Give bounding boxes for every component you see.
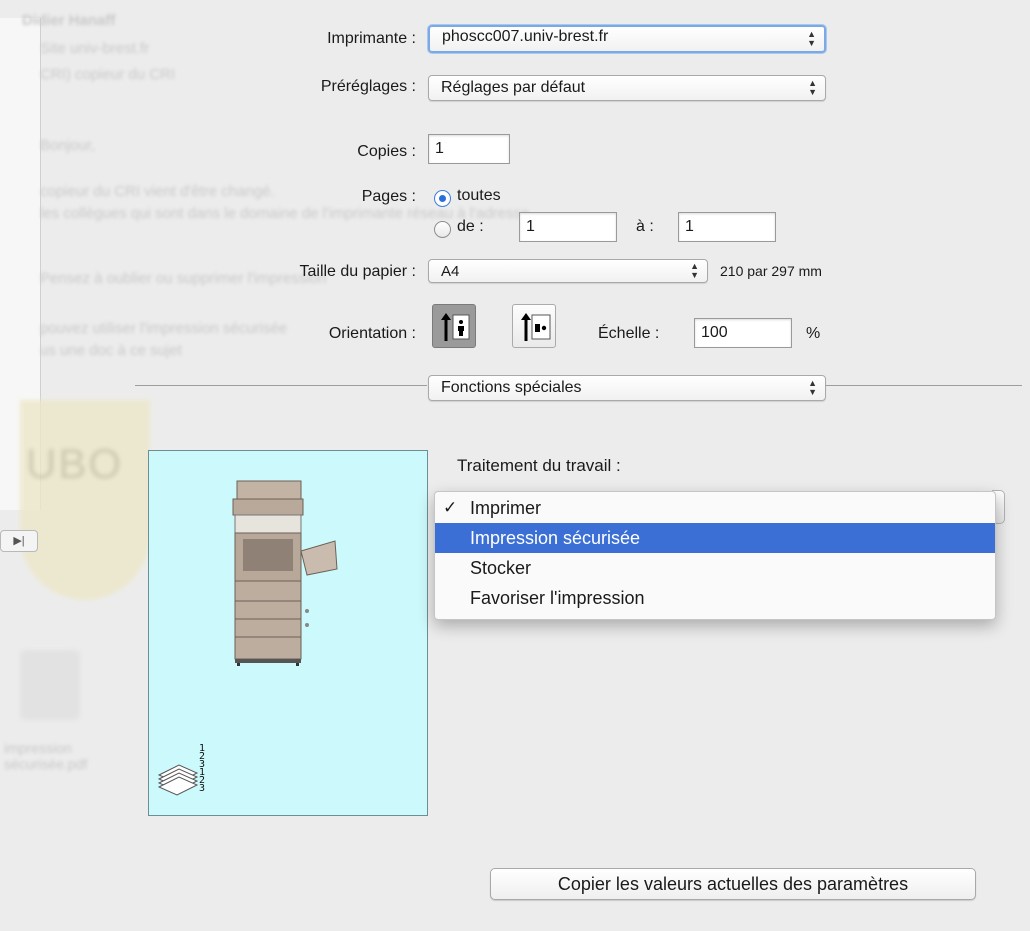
menu-item-print[interactable]: ✓ Imprimer [435, 493, 995, 523]
section-value: Fonctions spéciales [441, 379, 582, 396]
paper-size-popup[interactable]: A4 ▲ ▼ [428, 259, 708, 283]
copy-settings-button[interactable]: Copier les valeurs actuelles des paramèt… [490, 868, 976, 900]
pages-label: Pages : [361, 188, 416, 205]
landscape-button[interactable] [512, 304, 556, 348]
copies-label: Copies : [357, 143, 416, 160]
pages-from-field[interactable]: 1 [519, 212, 617, 242]
up-down-arrows-icon: ▲ ▼ [808, 78, 817, 97]
up-down-arrows-icon: ▲ ▼ [808, 378, 817, 397]
section-popup[interactable]: Fonctions spéciales ▲ ▼ [428, 375, 826, 401]
scale-label: Échelle : [598, 325, 660, 342]
pages-range-radio[interactable] [434, 221, 451, 238]
paper-size-label: Taille du papier : [299, 263, 416, 280]
pages-all-radio[interactable] [434, 190, 451, 207]
copies-field[interactable]: 1 [428, 134, 510, 164]
copier-icon [157, 480, 338, 796]
separator-line [826, 385, 1022, 386]
background-text: Didier Hanaff [22, 12, 116, 29]
background-text: copieur du CRI vient d'être changé. [40, 183, 275, 200]
scale-field[interactable]: 100 [694, 318, 792, 348]
attachment-label[interactable]: impression sécurisée.pdf [4, 740, 124, 772]
printer-popup[interactable]: phoscc007.univ-brest.fr ▲ ▼ [428, 25, 826, 53]
pages-all-label: toutes [457, 187, 501, 204]
pages-to-field[interactable]: 1 [678, 212, 776, 242]
presets-value: Réglages par défaut [441, 79, 586, 96]
paper-size-value: A4 [441, 263, 460, 280]
menu-item-store[interactable]: Stocker [435, 553, 995, 583]
checkmark-icon: ✓ [443, 498, 458, 517]
presets-popup[interactable]: Réglages par défaut ▲ ▼ [428, 75, 826, 101]
paper-stack-icon [157, 764, 199, 796]
next-icon[interactable]: ▶| [0, 530, 38, 552]
up-down-arrows-icon: ▲ ▼ [807, 29, 816, 48]
background-text: us une doc à ce sujet [40, 342, 182, 359]
pages-from-label: de : [457, 218, 484, 235]
orientation-label: Orientation : [328, 325, 416, 342]
ubo-logo: UBO [20, 400, 150, 600]
scale-unit: % [806, 325, 821, 342]
presets-label: Préréglages : [320, 78, 416, 95]
landscape-icon [521, 313, 551, 341]
background-text: pouvez utiliser l'impression sécurisée [40, 320, 288, 337]
printer-value: phoscc007.univ-brest.fr [442, 28, 609, 45]
printer-label: Imprimante : [327, 30, 416, 47]
background-text: Pensez à oublier ou supprimer l'impressi… [40, 270, 327, 287]
paper-dimensions: 210 par 297 mm [720, 263, 822, 279]
portrait-button[interactable] [432, 304, 476, 348]
collation-numbers: 1 2 3 1 2 3 [199, 743, 206, 794]
job-processing-label: Traitement du travail : [457, 456, 621, 475]
pages-to-label: à : [636, 218, 654, 235]
background-text: Site univ-brest.fr [40, 40, 150, 57]
background-text: CRI) copieur du CRI [40, 66, 176, 83]
attachment-icon[interactable] [20, 650, 80, 720]
menu-item-secure-print[interactable]: Impression sécurisée [435, 523, 995, 553]
job-processing-menu[interactable]: ✓ Imprimer Impression sécurisée Stocker … [434, 491, 996, 620]
printer-preview: 1 2 3 1 2 3 [148, 450, 428, 816]
separator-line [135, 385, 427, 386]
menu-item-priority-print[interactable]: Favoriser l'impression [435, 583, 995, 613]
portrait-icon [441, 313, 470, 341]
background-text: les collègues qui sont dans le domaine d… [40, 205, 530, 222]
background-text: Bonjour, [40, 137, 96, 154]
up-down-arrows-icon: ▲ ▼ [690, 261, 699, 280]
